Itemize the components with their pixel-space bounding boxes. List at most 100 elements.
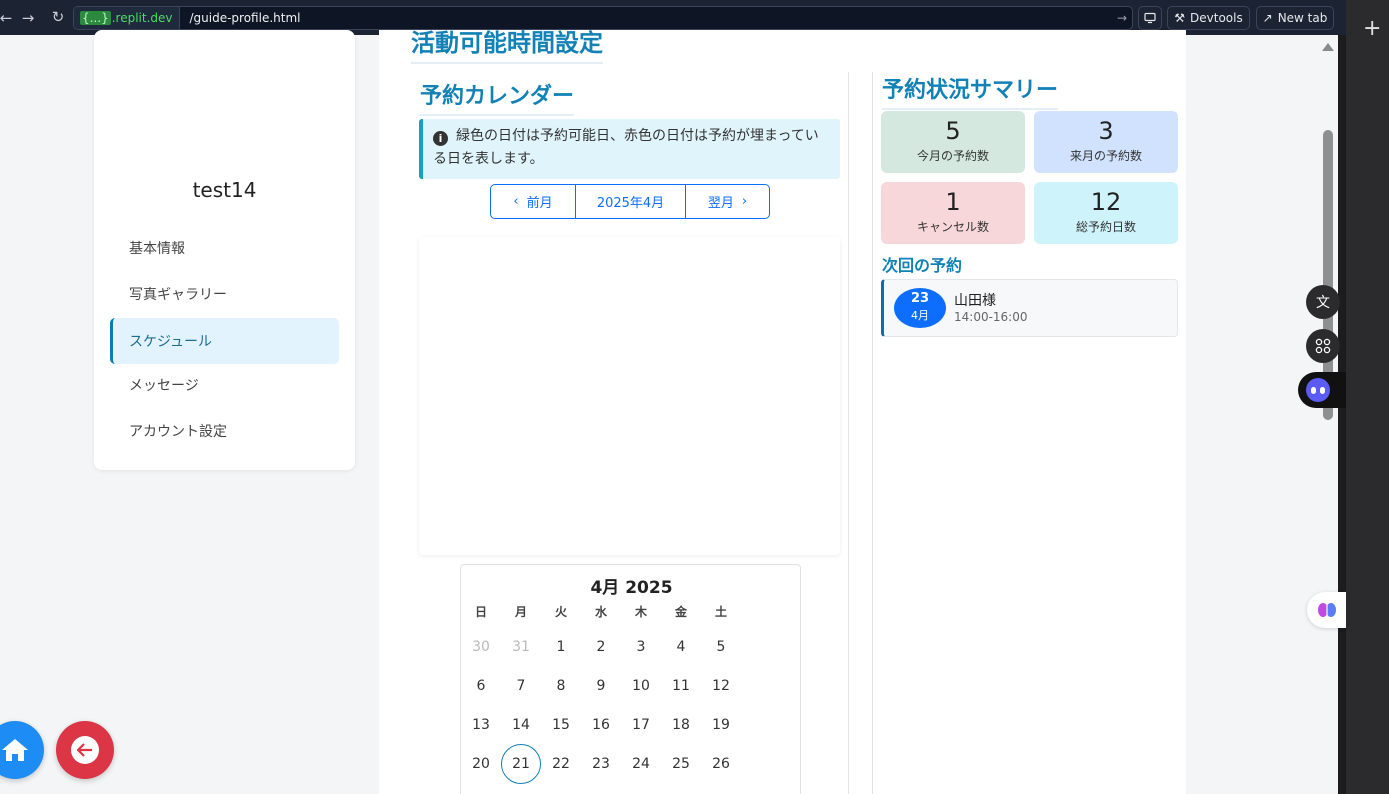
plus-icon[interactable]: + (1363, 16, 1381, 41)
calendar-day[interactable]: 18 (661, 705, 701, 745)
external-link-icon: ↗ (1262, 11, 1273, 25)
stat-value: 1 (945, 188, 961, 216)
chevron-right-icon: › (741, 194, 748, 209)
calendar-day[interactable]: 5 (701, 627, 741, 667)
stat-this-month: 5 今月の予約数 (881, 111, 1025, 173)
calendar-day[interactable]: 11 (661, 666, 701, 706)
summary-title: 予約状況サマリー (882, 72, 1059, 110)
new-tab-button[interactable]: ↗ New tab (1256, 6, 1334, 30)
calendar-day[interactable]: 3 (621, 627, 661, 667)
mini-calendar-title: 4月 2025 (590, 578, 673, 598)
chevron-left-icon: ‹ (513, 194, 519, 209)
devtools-label: Devtools (1190, 11, 1243, 25)
calendar-day[interactable]: 4 (661, 627, 701, 667)
scroll-up-arrow[interactable] (1322, 43, 1334, 51)
calendar-day[interactable]: 10 (621, 666, 661, 706)
apps-grid-icon[interactable] (1306, 329, 1340, 363)
next-month-button[interactable]: 翌月 › (685, 185, 769, 218)
booking-time: 14:00-16:00 (954, 310, 1028, 324)
calendar-day[interactable]: 15 (541, 705, 581, 745)
info-icon: i (433, 131, 448, 146)
profile-sidebar: test14 基本情報 写真ギャラリー スケジュール メッセージ アカウント設定 (94, 30, 355, 470)
stat-value: 5 (945, 117, 961, 145)
window-edge (1338, 35, 1346, 794)
calendar-day[interactable]: 25 (661, 744, 701, 784)
next-booking-title: 次回の予約 (882, 256, 963, 275)
calendar-day[interactable]: 17 (621, 705, 661, 745)
calendar-day[interactable]: 1 (541, 627, 581, 667)
side-panel-strip (1346, 0, 1389, 794)
stat-label: 今月の予約数 (916, 149, 989, 163)
calendar-day[interactable]: 23 (581, 744, 621, 784)
mini-calendar: 4月 2025 日 月 火 水 木 金 土 30 31 1 2 3 4 5 6 7 8 9 10 11 1… (460, 564, 801, 794)
assistant-bot-icon[interactable] (1298, 372, 1346, 408)
booking-guest-name: 山田様 (954, 293, 996, 309)
booking-month: 4月 (911, 309, 929, 322)
calendar-day[interactable]: 26 (701, 744, 741, 784)
calendar-day[interactable]: 30 (461, 627, 501, 667)
calendar-day[interactable]: 8 (541, 666, 581, 706)
stat-label: キャンセル数 (916, 220, 989, 234)
calendar-day[interactable]: 16 (581, 705, 621, 745)
home-button[interactable] (0, 721, 44, 779)
home-icon (2, 739, 28, 761)
page-title: 活動可能時間設定 (411, 28, 603, 64)
weekday-fri: 金 (674, 605, 687, 619)
calendar-day[interactable]: 24 (621, 744, 661, 784)
address-bar[interactable]: {...} .replit.dev /guide-profile.html → (73, 6, 1133, 30)
url-path: /guide-profile.html (189, 11, 301, 25)
monitor-icon[interactable] (1138, 6, 1162, 30)
calendar-day[interactable]: 9 (581, 666, 621, 706)
calendar-day[interactable]: 31 (501, 627, 541, 667)
calendar-day[interactable]: 2 (581, 627, 621, 667)
weekday-thu: 木 (634, 605, 647, 619)
calendar-day[interactable]: 7 (501, 666, 541, 706)
stat-value: 3 (1098, 117, 1114, 145)
next-month-label: 翌月 (707, 196, 734, 211)
calendar-day[interactable]: 13 (461, 705, 501, 745)
stat-next-month: 3 来月の予約数 (1034, 111, 1178, 173)
calendar-day[interactable]: 12 (701, 666, 741, 706)
stat-value: 12 (1090, 188, 1122, 216)
next-booking-card[interactable]: 23 4月 山田様 14:00-16:00 (881, 279, 1178, 337)
info-alert-text: 緑色の日付は予約可能日、赤色の日付は予約が埋まっている日を表します。 (433, 128, 819, 167)
prev-month-button[interactable]: ‹ 前月 (491, 185, 575, 218)
current-month-button[interactable]: 2025年4月 (575, 185, 685, 218)
booking-date-badge: 23 4月 (894, 288, 946, 328)
calendar-day[interactable]: 14 (501, 705, 541, 745)
reload-icon[interactable]: ↻ (46, 8, 70, 26)
column-divider (872, 72, 873, 794)
sidebar-item-photo-gallery[interactable]: 写真ギャラリー (110, 271, 339, 317)
wrench-icon: ⚒ (1174, 11, 1186, 25)
sidebar-item-messages[interactable]: メッセージ (110, 362, 339, 408)
forward-icon[interactable]: → (16, 9, 40, 27)
sidebar-item-account-settings[interactable]: アカウント設定 (110, 408, 339, 454)
bot-face-icon (1306, 378, 1330, 402)
prev-month-label: 前月 (526, 196, 553, 211)
calendar-day[interactable]: 20 (461, 744, 501, 784)
url-host-text: .replit.dev (111, 11, 173, 25)
arrow-right-icon[interactable]: → (1112, 11, 1132, 25)
username: test14 (192, 178, 257, 202)
calendar-day[interactable]: 19 (701, 705, 741, 745)
weekday-tue: 火 (554, 605, 567, 619)
stat-label: 来月の予約数 (1069, 149, 1142, 163)
calendar-day[interactable]: 6 (461, 666, 501, 706)
sidebar-item-basic-info[interactable]: 基本情報 (110, 225, 339, 271)
brain-icon[interactable] (1307, 592, 1346, 628)
weekday-sat: 土 (714, 605, 727, 619)
stat-total-days: 12 総予約日数 (1034, 182, 1178, 244)
arrow-left-icon (71, 736, 99, 764)
stat-cancellations: 1 キャンセル数 (881, 182, 1025, 244)
calendar-area (419, 237, 840, 555)
new-tab-label: New tab (1277, 11, 1328, 25)
translate-icon[interactable]: 文 (1306, 285, 1340, 319)
back-button[interactable] (56, 721, 114, 779)
info-alert: i 緑色の日付は予約可能日、赤色の日付は予約が埋まっている日を表します。 (419, 119, 840, 179)
calendar-section-title: 予約カレンダー (420, 78, 575, 116)
calendar-day[interactable]: 21 (501, 744, 541, 784)
sidebar-item-schedule[interactable]: スケジュール (110, 318, 339, 364)
devtools-button[interactable]: ⚒ Devtools (1167, 6, 1250, 30)
calendar-day[interactable]: 22 (541, 744, 581, 784)
booking-day: 23 (910, 291, 930, 306)
